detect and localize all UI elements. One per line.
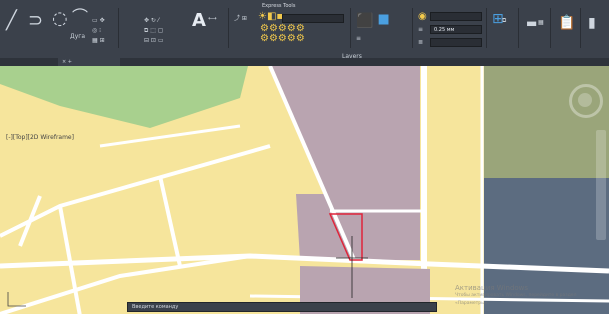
drawing-canvas[interactable]: [-][Top][2D Wireframe] [0, 66, 609, 314]
list-icon[interactable]: ≣ [418, 38, 423, 48]
viewport-label[interactable]: [-][Top][2D Wireframe] [6, 134, 74, 141]
watermark-line1: Активация Windows [455, 284, 529, 292]
parcel-purple-mid [296, 194, 420, 260]
linetype-dropdown[interactable] [430, 38, 482, 47]
color-icon[interactable]: ◉ [418, 12, 427, 22]
layer-state-icon[interactable]: ☀◧▪ [258, 12, 283, 22]
draw-group: ╱ ⊃ ◌ ⌒ Дуга ▭ ✥ ◎ ⁝ ▦ ⊞ [0, 8, 119, 48]
file-tab-label[interactable]: × + [62, 59, 72, 65]
measure-icon[interactable]: ▬ [526, 17, 537, 29]
file-tab-bar: × + [0, 58, 609, 66]
clipboard-group: 📋 [552, 8, 581, 48]
road-left-curve [0, 144, 271, 238]
command-line[interactable]: Введите команду [127, 302, 437, 312]
calc-icon[interactable]: ▦ [538, 18, 544, 28]
properties-group: ◉ ≡ 0.25 мм ≣ [414, 8, 487, 48]
dimension-icon[interactable]: ⟷ [208, 14, 217, 24]
polyline-icon[interactable]: ⊃ [28, 12, 43, 30]
ucs-icon [7, 292, 26, 307]
viewcube-center[interactable] [578, 93, 592, 107]
block-edit-icon[interactable]: ≡ [356, 34, 361, 44]
view-group: ▮ [582, 8, 608, 48]
map-drawing [0, 66, 609, 314]
view-icon[interactable]: ▮ [588, 16, 596, 30]
arc-icon[interactable]: ⌒ [72, 9, 88, 25]
road-block-3 [18, 195, 42, 247]
file-tab[interactable]: × + [58, 58, 120, 66]
parcel-yellow-right [430, 66, 480, 266]
road-block-2 [158, 175, 182, 267]
circle-icon[interactable]: ◌ [52, 10, 68, 28]
polyline-label: Дуга [70, 33, 86, 40]
watermark-line2: Чтобы активировать Windows, перейдите в … [455, 293, 577, 306]
move-icon[interactable]: ✥ ↻ ⁄ [144, 16, 159, 26]
parcel-olive [484, 66, 609, 178]
ungroup-icon[interactable]: ⧉ [502, 16, 506, 26]
layer-tools-row2-icon[interactable]: ⚙⚙⚙⚙⚙ [260, 34, 305, 44]
parcel-green [0, 66, 248, 128]
leader-icon[interactable]: ⤴ ⊞ [234, 14, 247, 24]
line-icon[interactable]: ╱ [6, 12, 17, 30]
groups-group: ⊞ ⧉ [488, 8, 519, 48]
stretch-icon[interactable]: ⊟ ⊡ ▭ [144, 36, 164, 46]
match-properties-icon[interactable]: ⯀ [378, 14, 389, 28]
command-line-input[interactable]: Введите команду [132, 304, 178, 310]
rectangle-icon[interactable]: ▭ ✥ [92, 16, 105, 26]
layer-dropdown[interactable] [282, 14, 344, 23]
parcel-purple-top [272, 66, 420, 211]
road-block-1 [58, 205, 82, 314]
linetype-icon[interactable]: ≡ [418, 25, 423, 35]
modify-group: ✥ ↻ ⁄ ⧉ ⬚ ▢ ⊟ ⊡ ▭ A ⟷ [140, 8, 229, 48]
color-dropdown[interactable] [430, 12, 482, 21]
hatch-icon[interactable]: ◎ ⁝ [92, 26, 101, 36]
gradient-icon[interactable]: ▦ ⊞ [92, 36, 105, 46]
utilities-group: ▬ ▦ [520, 8, 551, 48]
navigation-bar[interactable] [596, 130, 606, 240]
activation-watermark: Активация Windows Чтобы активировать Win… [455, 284, 609, 308]
annotation-group: ⤴ ⊞ ☀◧▪ ⚙⚙⚙⚙⚙ ⚙⚙⚙⚙⚙ Layers [230, 8, 362, 60]
block-group: ⬛ ≡ ⯀ [352, 8, 413, 48]
copy-icon[interactable]: ⧉ ⬚ ▢ [144, 26, 163, 36]
text-icon[interactable]: A [192, 12, 206, 30]
paste-icon[interactable]: 📋 [558, 16, 575, 30]
insert-icon[interactable]: ⬛ [356, 14, 373, 28]
ribbon: Express Tools ╱ ⊃ ◌ ⌒ Дуга ▭ ✥ ◎ ⁝ ▦ ⊞ ✥… [0, 0, 609, 60]
road-block-4 [99, 124, 241, 148]
lineweight-dropdown[interactable]: 0.25 мм [430, 25, 482, 34]
